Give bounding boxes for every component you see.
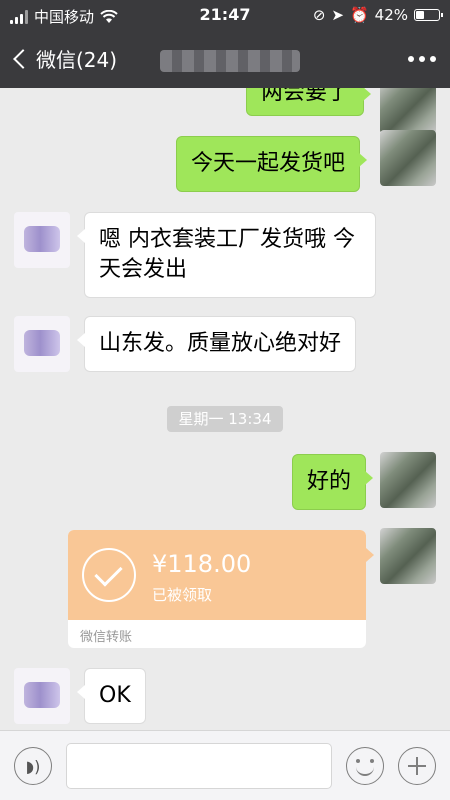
rotation-lock-icon: ⊘	[312, 6, 326, 24]
back-button[interactable]: 微信(24)	[10, 44, 117, 73]
message-bubble[interactable]: 山东发。质量放心绝对好	[76, 316, 357, 372]
contact-avatar[interactable]	[14, 668, 70, 724]
message-text: 嗯 内衣套装工厂发货哦 今天会发出	[99, 227, 355, 282]
message-text: 好的	[307, 469, 352, 494]
my-avatar[interactable]	[380, 88, 436, 134]
check-circle-icon	[82, 548, 136, 602]
more-options-button[interactable]	[408, 56, 436, 62]
message-bubble[interactable]: 嗯 内衣套装工厂发货哦 今天会发出	[77, 212, 376, 298]
message-bubble[interactable]: 今天一起发货吧	[176, 136, 368, 192]
my-avatar[interactable]	[380, 452, 436, 508]
nav-bar: 微信(24)	[0, 32, 450, 88]
battery-icon	[414, 9, 443, 21]
chat-title-blurred	[160, 50, 300, 72]
more-actions-button[interactable]	[398, 747, 436, 785]
message-bubble[interactable]: 好的	[292, 454, 374, 510]
input-bar: ◗)	[0, 730, 450, 800]
my-avatar[interactable]	[380, 528, 436, 584]
transfer-status: 已被领取	[152, 586, 213, 604]
my-avatar[interactable]	[380, 130, 436, 186]
voice-input-button[interactable]: ◗)	[14, 747, 52, 785]
message-text: 两会要了	[261, 88, 350, 105]
message-timestamp: 星期一 13:34	[167, 406, 283, 432]
contact-avatar[interactable]	[14, 212, 70, 268]
message-text: OK	[99, 683, 131, 708]
transfer-card[interactable]: ¥118.00 已被领取 微信转账	[68, 530, 374, 648]
message-bubble[interactable]: 两会要了	[246, 88, 371, 116]
transfer-amount: ¥118.00	[152, 550, 252, 578]
message-text: 今天一起发货吧	[191, 151, 346, 176]
battery-percent: 42%	[374, 6, 408, 24]
message-bubble[interactable]: OK	[77, 668, 146, 724]
message-text: 山东发。质量放心绝对好	[99, 331, 342, 356]
emoji-button[interactable]	[346, 747, 384, 785]
status-bar: 中国移动 21:47 ⊘ ➤ ⏰ 42%	[0, 0, 450, 32]
message-input[interactable]	[66, 743, 332, 789]
contact-avatar[interactable]	[14, 316, 70, 372]
location-icon: ➤	[331, 6, 344, 24]
back-label: 微信(24)	[36, 48, 118, 72]
voice-icon: ◗)	[25, 756, 41, 776]
chevron-left-icon	[13, 48, 33, 69]
chat-area[interactable]: 两会要了 今天一起发货吧 嗯 内衣套装工厂发货哦 今天会发出 山东发。质量放心绝…	[0, 88, 450, 730]
transfer-label: 微信转账	[80, 630, 133, 645]
alarm-icon: ⏰	[349, 6, 369, 24]
